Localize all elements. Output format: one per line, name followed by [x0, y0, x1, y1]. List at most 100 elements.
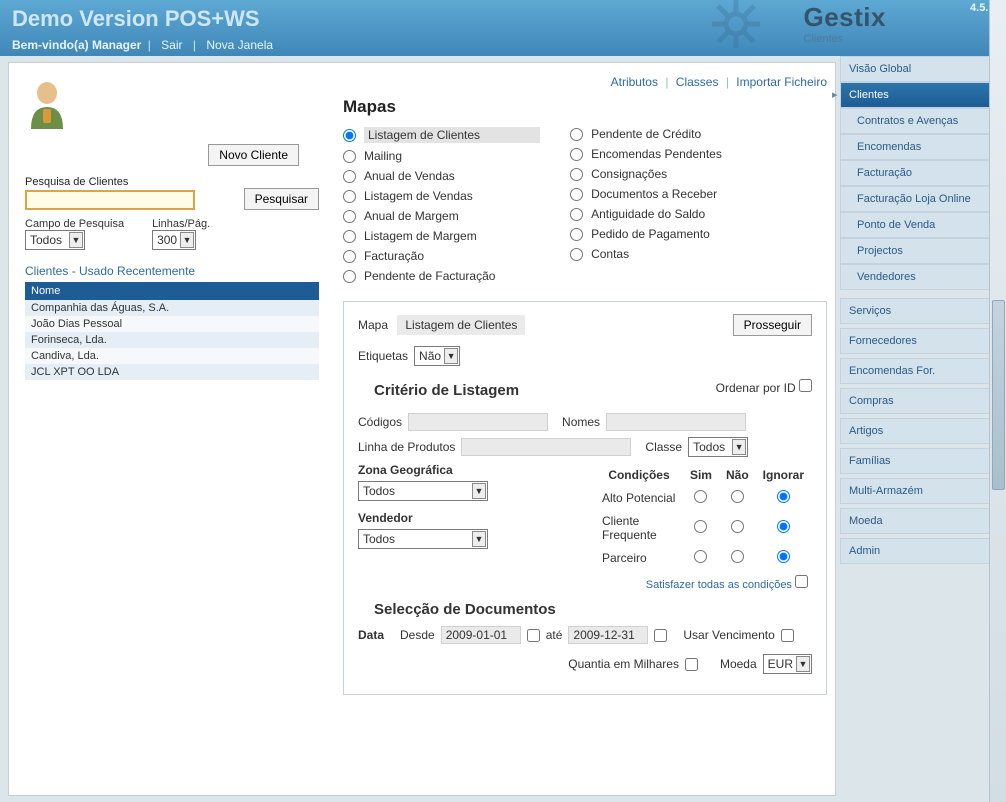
- report-radio-item[interactable]: Consignações: [570, 167, 722, 181]
- report-radio-item[interactable]: Mailing: [343, 149, 540, 163]
- report-radio[interactable]: [343, 250, 356, 263]
- chevron-down-icon[interactable]: ▼: [796, 656, 810, 672]
- chevron-down-icon[interactable]: ▼: [472, 531, 486, 547]
- logout-link[interactable]: Sair: [161, 38, 182, 52]
- date-from-checkbox[interactable]: [527, 629, 540, 642]
- condition-radio-nao[interactable]: [731, 550, 744, 563]
- report-radio-item[interactable]: Antiguidade do Saldo: [570, 207, 722, 221]
- report-radio-item[interactable]: Encomendas Pendentes: [570, 147, 722, 161]
- satisfy-all-checkbox[interactable]: [795, 575, 808, 588]
- report-radio[interactable]: [570, 128, 583, 141]
- report-radio-item[interactable]: Listagem de Margem: [343, 229, 540, 243]
- report-radio[interactable]: [570, 148, 583, 161]
- conditions-table: Condições Sim Não Ignorar Alto Potencial…: [594, 463, 812, 571]
- date-to-input[interactable]: 2009-12-31: [568, 626, 648, 644]
- sidebar-item[interactable]: Famílias: [840, 448, 1002, 474]
- report-radio[interactable]: [343, 230, 356, 243]
- condition-radio-ignorar[interactable]: [777, 490, 790, 503]
- geo-zone-select[interactable]: Todos: [358, 481, 488, 501]
- report-radio[interactable]: [343, 150, 356, 163]
- proceed-button[interactable]: Prosseguir: [733, 314, 812, 336]
- report-radio[interactable]: [343, 170, 356, 183]
- sidebar-item[interactable]: Artigos: [840, 418, 1002, 444]
- attributes-link[interactable]: Atributos: [611, 75, 658, 89]
- sidebar-item[interactable]: Facturação: [840, 160, 1002, 186]
- to-label: até: [546, 628, 563, 642]
- search-button[interactable]: Pesquisar: [244, 188, 319, 210]
- sidebar-item[interactable]: Visão Global: [840, 56, 1002, 82]
- sidebar-item[interactable]: Multi-Armazém: [840, 478, 1002, 504]
- report-radio[interactable]: [343, 190, 356, 203]
- recent-client-row[interactable]: JCL XPT OO LDA: [25, 364, 319, 380]
- use-due-date-checkbox[interactable]: [781, 629, 794, 642]
- order-by-id-checkbox[interactable]: [799, 379, 812, 392]
- chevron-down-icon[interactable]: ▼: [472, 483, 486, 499]
- search-input[interactable]: [25, 190, 195, 210]
- condition-radio-sim[interactable]: [694, 520, 707, 533]
- chevron-down-icon[interactable]: ▼: [69, 232, 83, 248]
- condition-radio-ignorar[interactable]: [777, 550, 790, 563]
- new-client-button[interactable]: Novo Cliente: [208, 144, 299, 166]
- report-radio-item[interactable]: Pendente de Facturação: [343, 269, 540, 283]
- chevron-down-icon[interactable]: ▼: [444, 348, 458, 364]
- sidebar-item[interactable]: Projectos: [840, 238, 1002, 264]
- condition-radio-sim[interactable]: [694, 490, 707, 503]
- report-radio[interactable]: [343, 270, 356, 283]
- window-scrollbar[interactable]: [989, 0, 1006, 802]
- date-from-input[interactable]: 2009-01-01: [441, 626, 521, 644]
- report-radio-item[interactable]: Documentos a Receber: [570, 187, 722, 201]
- report-radio[interactable]: [570, 228, 583, 241]
- chevron-down-icon[interactable]: ▼: [732, 439, 746, 455]
- sidebar-item[interactable]: Compras: [840, 388, 1002, 414]
- labels-label: Etiquetas: [358, 349, 408, 363]
- sidebar-item[interactable]: Moeda: [840, 508, 1002, 534]
- sidebar-item[interactable]: Facturação Loja Online: [840, 186, 1002, 212]
- condition-radio-nao[interactable]: [731, 490, 744, 503]
- report-radio-item[interactable]: Listagem de Vendas: [343, 189, 540, 203]
- chevron-down-icon[interactable]: ▼: [180, 232, 194, 248]
- report-radio[interactable]: [343, 129, 356, 142]
- recent-client-row[interactable]: Companhia das Águas, S.A.: [25, 300, 319, 316]
- recent-clients-title: Clientes - Usado Recentemente: [25, 264, 319, 278]
- recent-client-row[interactable]: Candiva, Lda.: [25, 348, 319, 364]
- sidebar-item[interactable]: Encomendas: [840, 134, 1002, 160]
- names-input[interactable]: [606, 413, 746, 431]
- report-radio[interactable]: [570, 248, 583, 261]
- recent-client-row[interactable]: João Dias Pessoal: [25, 316, 319, 332]
- classes-link[interactable]: Classes: [676, 75, 719, 89]
- codes-label: Códigos: [358, 415, 402, 429]
- sidebar-item[interactable]: Encomendas For.: [840, 358, 1002, 384]
- user-avatar-icon: [25, 79, 69, 129]
- condition-radio-sim[interactable]: [694, 550, 707, 563]
- sidebar-item[interactable]: Vendedores: [840, 264, 1002, 290]
- date-to-checkbox[interactable]: [654, 629, 667, 642]
- new-window-link[interactable]: Nova Janela: [206, 38, 273, 52]
- sidebar-item[interactable]: Serviços: [840, 298, 1002, 324]
- report-radio-item[interactable]: Facturação: [343, 249, 540, 263]
- report-radio[interactable]: [570, 188, 583, 201]
- report-radio[interactable]: [570, 168, 583, 181]
- report-radio-item[interactable]: Listagem de Clientes: [343, 127, 540, 143]
- condition-radio-ignorar[interactable]: [777, 520, 790, 533]
- report-radio-item[interactable]: Anual de Margem: [343, 209, 540, 223]
- report-radio[interactable]: [343, 210, 356, 223]
- report-radio-item[interactable]: Contas: [570, 247, 722, 261]
- sidebar-item[interactable]: Admin: [840, 538, 1002, 564]
- scrollbar-thumb[interactable]: [992, 300, 1005, 490]
- condition-radio-nao[interactable]: [731, 520, 744, 533]
- import-file-link[interactable]: Importar Ficheiro: [736, 75, 827, 89]
- sidebar-item[interactable]: Contratos e Avenças: [840, 108, 1002, 134]
- report-radio[interactable]: [570, 208, 583, 221]
- report-radio-item[interactable]: Anual de Vendas: [343, 169, 540, 183]
- sidebar-item[interactable]: Ponto de Venda: [840, 212, 1002, 238]
- report-radio-item[interactable]: Pendente de Crédito: [570, 127, 722, 141]
- codes-input[interactable]: [408, 413, 548, 431]
- product-line-input[interactable]: [461, 438, 631, 456]
- right-sidebar: Visão GlobalClientesContratos e AvençasE…: [840, 56, 1002, 802]
- amount-thousands-checkbox[interactable]: [685, 658, 698, 671]
- recent-client-row[interactable]: Forinseca, Lda.: [25, 332, 319, 348]
- salesperson-select[interactable]: Todos: [358, 529, 488, 549]
- sidebar-item[interactable]: Clientes: [840, 82, 1002, 108]
- report-radio-item[interactable]: Pedido de Pagamento: [570, 227, 722, 241]
- sidebar-item[interactable]: Fornecedores: [840, 328, 1002, 354]
